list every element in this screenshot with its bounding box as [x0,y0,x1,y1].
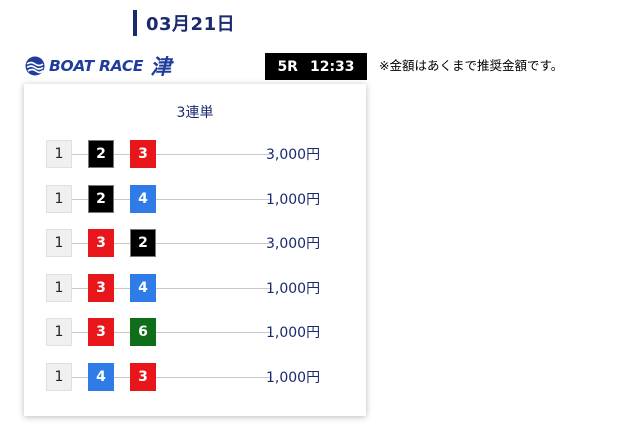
bet-amount: 3,000円 [266,236,321,252]
connector-line [54,243,272,244]
connector-line [54,332,272,333]
bet-row: 1 3 6 1,000円 [46,318,346,346]
logo-venue: 津 [150,54,172,79]
connector-line [54,287,272,289]
second-place-box: 4 [88,362,114,391]
date-header: 03月21日 [133,10,235,36]
first-place-box: 1 [46,318,72,346]
bet-amount: 1,000円 [266,325,321,341]
first-place-box: 1 [46,229,72,257]
connector-line [54,376,272,378]
connector-line [54,154,272,155]
second-place-box: 3 [88,273,114,302]
bet-type-title: 3連単 [176,105,214,121]
boatrace-logo: BOAT RACE 津 [24,52,171,80]
bet-amount: 3,000円 [266,147,321,163]
third-place-box: 4 [130,184,156,213]
third-place-box: 2 [130,229,156,257]
bet-row: 1 2 3 3,000円 [46,140,346,168]
first-place-box: 1 [46,140,72,168]
second-place-box: 3 [88,318,114,346]
second-place-box: 2 [88,140,114,168]
second-place-box: 3 [88,229,114,257]
third-place-box: 6 [130,318,156,346]
race-date: 03月21日 [146,14,236,35]
bet-amount: 1,000円 [266,369,321,386]
third-place-box: 3 [130,140,156,168]
bet-row: 1 3 4 1,000円 [46,273,346,302]
bet-amount: 1,000円 [266,280,321,297]
bet-row: 1 4 3 1,000円 [46,362,346,391]
first-place-box: 1 [46,273,72,302]
first-place-box: 1 [46,362,72,391]
third-place-box: 3 [130,362,156,391]
logo-text: BOAT RACE [49,57,144,75]
date-accent-bar [133,10,137,36]
second-place-box: 2 [88,184,114,213]
race-number: 5R [277,58,298,75]
race-time: 12:33 [309,58,355,75]
race-badge: 5R 12:33 [265,53,367,80]
connector-line [54,198,272,200]
first-place-box: 1 [46,184,72,213]
amount-note: ※金額はあくまで推奨金額です。 [379,58,564,73]
bet-row: 1 3 2 3,000円 [46,229,346,257]
bet-amount: 1,000円 [266,191,321,208]
wave-logo-icon [25,56,45,76]
third-place-box: 4 [130,273,156,302]
bet-card: 3連単 1 2 3 3,000円 1 2 4 1,000円 1 3 2 3,000円 1 3 4 1,000円… [24,84,366,416]
bet-row: 1 2 4 1,000円 [46,184,346,213]
